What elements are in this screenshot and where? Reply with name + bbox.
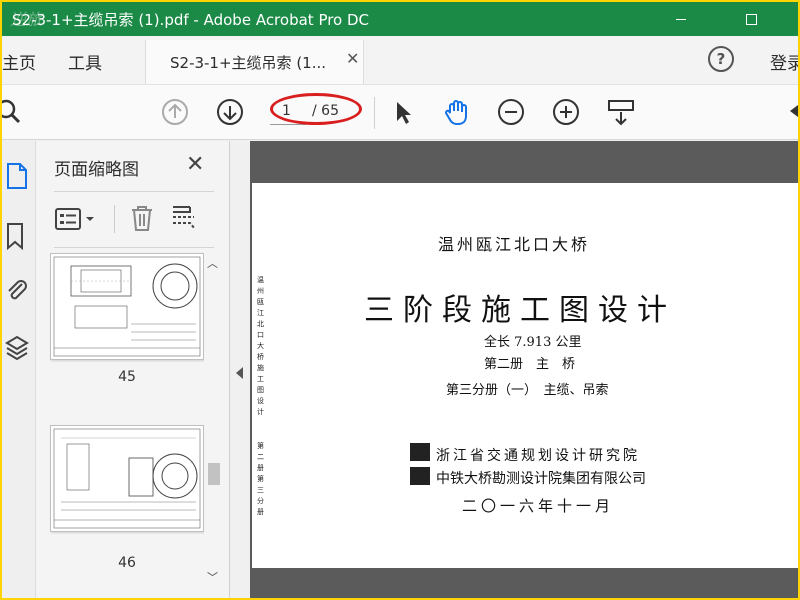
page-thumbnail[interactable]: [50, 425, 204, 532]
scrollbar-thumb[interactable]: [208, 463, 220, 485]
thumbnail-page-number: 46: [118, 555, 136, 571]
tab-home[interactable]: 主页: [2, 49, 36, 74]
subvolume-title: 第三分册（一） 主缆、吊索: [446, 383, 609, 398]
delete-icon[interactable]: [128, 203, 156, 233]
title-bar: S2-3-1+主缆吊索 (1).pdf - Adobe Acrobat Pro …: [2, 2, 798, 36]
help-icon[interactable]: ?: [708, 46, 734, 72]
minimize-icon: [676, 18, 686, 20]
maximize-button[interactable]: [728, 2, 774, 36]
institute-name: 浙江省交通规划设计研究院: [436, 448, 640, 464]
project-name: 温州瓯江北口大桥: [438, 235, 591, 254]
thumbnails-scrollbar[interactable]: ︿ ﹀: [204, 251, 222, 598]
volume-title: 第二册 主 桥: [484, 357, 576, 372]
layers-icon[interactable]: [4, 333, 30, 363]
document-main-title: 三阶段施工图设计: [364, 293, 676, 328]
chevron-left-icon[interactable]: [236, 367, 243, 379]
bookmarks-icon[interactable]: [4, 221, 30, 251]
pdf-page: 温州瓯江北口大桥施工图设计 第二册第三分册 温州瓯江北口大桥 三阶段施工图设计 …: [252, 183, 798, 568]
panel-divider: [54, 191, 214, 192]
tab-tools[interactable]: 工具: [68, 49, 102, 74]
project-length: 全长 7.913 公里: [484, 335, 582, 350]
tab-document[interactable]: S2-3-1+主缆吊索 (1... ✕: [145, 40, 364, 84]
thumbnail-drawing: [53, 428, 201, 529]
options-menu-icon[interactable]: [54, 205, 100, 233]
zoom-out-icon[interactable]: [496, 97, 526, 127]
previous-page-icon[interactable]: [160, 97, 190, 127]
watermark: 逆旅: [10, 10, 43, 29]
select-cursor-icon[interactable]: [388, 97, 418, 127]
next-page-icon[interactable]: [215, 97, 245, 127]
spine-text: 温州瓯江北口大桥施工图设计: [257, 276, 264, 416]
red-highlight-ellipse: [270, 93, 362, 125]
document-view[interactable]: 温州瓯江北口大桥施工图设计 第二册第三分册 温州瓯江北口大桥 三阶段施工图设计 …: [250, 141, 798, 598]
spine-text: 第二册第三分册: [257, 442, 264, 516]
thumbnails-panel-title: 页面缩略图: [54, 160, 139, 180]
company-name: 中铁大桥勘测设计院集团有限公司: [436, 471, 646, 487]
search-icon[interactable]: [2, 97, 28, 127]
thumbnail-drawing: [53, 256, 201, 357]
tool-divider: [114, 205, 115, 233]
chevron-up-icon[interactable]: ︿: [207, 255, 218, 271]
page-thumbnails-icon[interactable]: [4, 161, 30, 191]
page-thumbnail[interactable]: [50, 253, 204, 360]
panel-collapse-strip[interactable]: [230, 141, 250, 598]
extract-pages-icon[interactable]: [170, 203, 198, 233]
tab-document-label: S2-3-1+主缆吊索 (1...: [170, 54, 327, 72]
hand-tool-icon[interactable]: [442, 97, 472, 127]
panel-divider: [54, 247, 214, 248]
company-logo: [410, 467, 430, 485]
tab-bar: 主页 工具 S2-3-1+主缆吊索 (1... ✕ ? 登录: [2, 36, 798, 84]
thumbnails-panel: 页面缩略图 ✕ 45 46 ︿ ﹀: [36, 141, 230, 598]
close-tab-icon[interactable]: ✕: [346, 49, 359, 68]
page-display-icon[interactable]: [606, 97, 636, 127]
close-panel-icon[interactable]: ✕: [186, 152, 204, 177]
minimize-button[interactable]: [658, 2, 704, 36]
chevron-down-icon[interactable]: ﹀: [207, 569, 218, 585]
share-icon[interactable]: [788, 97, 798, 127]
institute-logo: [410, 443, 430, 461]
zoom-in-icon[interactable]: [551, 97, 581, 127]
acrobat-window: S2-3-1+主缆吊索 (1).pdf - Adobe Acrobat Pro …: [2, 2, 798, 598]
maximize-icon: [745, 13, 757, 25]
left-rail: [2, 141, 36, 598]
window-title: S2-3-1+主缆吊索 (1).pdf - Adobe Acrobat Pro …: [12, 11, 370, 29]
toolbar: 1 / 65: [2, 84, 798, 140]
page-gap: [250, 568, 798, 598]
thumbnail-page-number: 45: [118, 369, 136, 385]
login-button[interactable]: 登录: [770, 49, 798, 74]
attachments-icon[interactable]: [4, 276, 30, 306]
document-date: 二〇一六年十一月: [462, 497, 615, 515]
toolbar-divider: [374, 97, 375, 129]
